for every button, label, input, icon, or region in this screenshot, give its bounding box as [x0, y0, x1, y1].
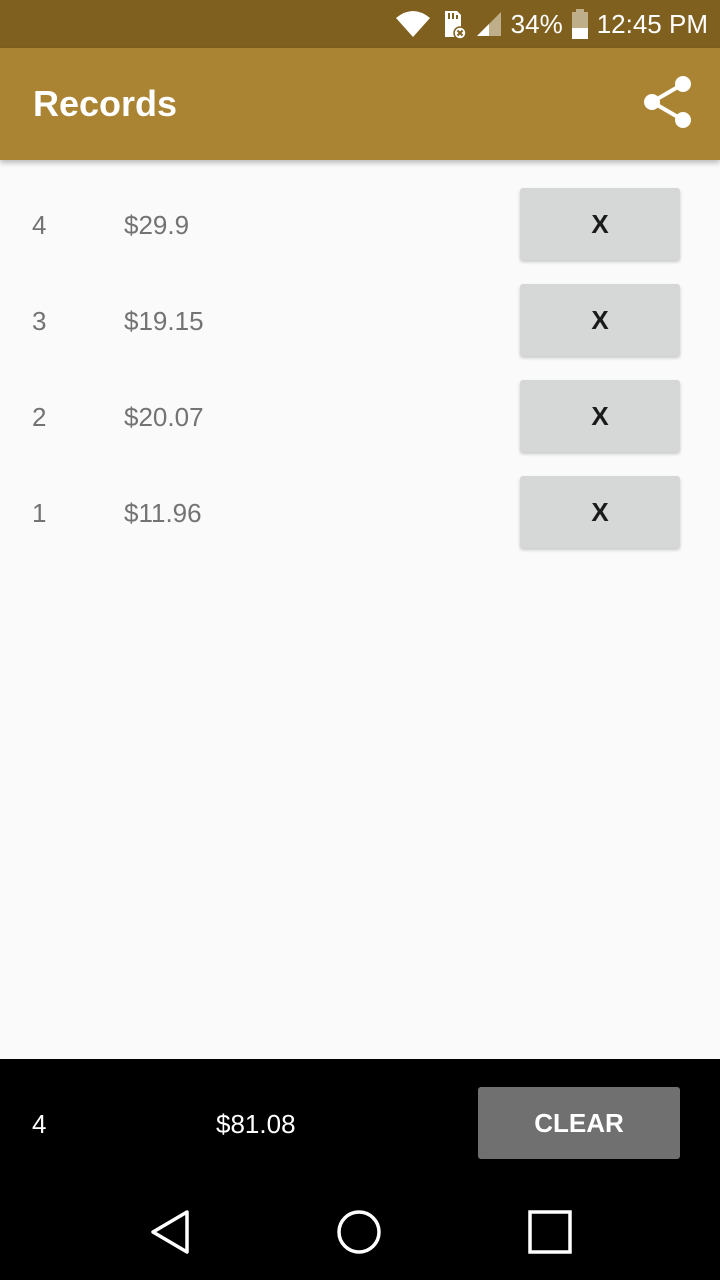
recents-button[interactable]	[520, 1209, 580, 1259]
record-amount: $11.96	[124, 498, 202, 528]
navigation-bar	[0, 1189, 720, 1280]
recents-icon	[527, 1209, 573, 1260]
home-button[interactable]	[329, 1209, 389, 1259]
share-icon	[642, 74, 694, 135]
app-bar: Records	[0, 48, 720, 160]
delete-record-button[interactable]: X	[520, 380, 680, 452]
record-row: 3 $19.15 X	[0, 256, 720, 356]
record-index: 3	[32, 306, 47, 336]
total-amount: $81.08	[216, 1109, 296, 1139]
delete-record-button[interactable]: X	[520, 188, 680, 260]
delete-record-button[interactable]: X	[520, 284, 680, 356]
record-index: 4	[32, 210, 47, 240]
record-index: 2	[32, 402, 47, 432]
delete-record-button[interactable]: X	[520, 476, 680, 548]
clear-button[interactable]: CLEAR	[478, 1087, 680, 1159]
battery-icon	[571, 9, 589, 39]
records-list: 4 $29.9 X 3 $19.15 X 2 $20.07 X 1 $11.96…	[0, 160, 720, 548]
record-amount: $19.15	[124, 306, 204, 336]
back-icon	[150, 1209, 190, 1260]
record-count: 4	[32, 1109, 47, 1139]
wifi-icon	[395, 10, 431, 38]
share-button[interactable]	[636, 72, 700, 136]
record-row: 4 $29.9 X	[0, 160, 720, 260]
record-row: 2 $20.07 X	[0, 352, 720, 452]
sd-card-error-icon	[439, 9, 467, 39]
record-index: 1	[32, 498, 47, 528]
battery-percent: 34%	[510, 8, 563, 39]
record-amount: $29.9	[124, 210, 190, 240]
status-bar: 34% 12:45 PM	[0, 0, 720, 48]
page-title: Records	[33, 83, 178, 124]
record-row: 1 $11.96 X	[0, 448, 720, 548]
record-amount: $20.07	[124, 402, 204, 432]
summary-footer: 4 $81.08 CLEAR	[0, 1059, 720, 1189]
clock: 12:45 PM	[596, 8, 708, 39]
back-button[interactable]	[140, 1209, 200, 1259]
home-icon	[336, 1209, 382, 1260]
cell-signal-icon	[475, 11, 503, 37]
